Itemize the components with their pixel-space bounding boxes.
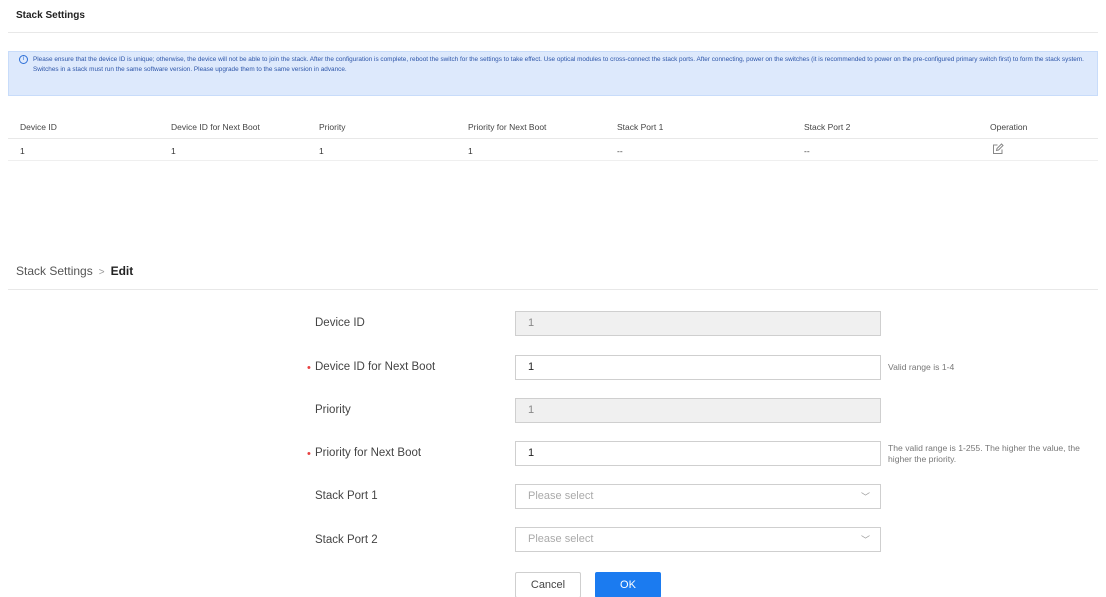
chevron-down-icon: ﹀ (860, 535, 870, 545)
chevron-down-icon: ﹀ (860, 492, 870, 502)
notice-line-2: Switches in a stack must run the same so… (33, 65, 347, 73)
col-stack-port-1: Stack Port 1 (617, 122, 664, 132)
col-stack-port-2: Stack Port 2 (804, 122, 851, 132)
stack-port-2-select[interactable]: Please select ﹀ (515, 527, 881, 552)
priority-input: 1 (515, 398, 881, 423)
breadcrumb: Stack Settings > Edit (16, 264, 133, 278)
cell-priority: 1 (319, 146, 324, 156)
label-priority: Priority (315, 404, 351, 416)
label-stack-port-1: Stack Port 1 (315, 490, 378, 502)
breadcrumb-current: Edit (110, 264, 134, 278)
notice-line-1: Please ensure that the device ID is uniq… (33, 56, 1084, 63)
label-device-id-next-boot: Device ID for Next Boot (315, 361, 436, 373)
priority-next-boot-input[interactable]: 1 (515, 441, 881, 466)
cell-stack-port-1: -- (617, 146, 623, 156)
notice-text: Please ensure that the device ID is uniq… (33, 55, 1088, 74)
col-priority-next-boot: Priority for Next Boot (468, 122, 547, 132)
device-id-next-boot-hint: Valid range is 1-4 (888, 362, 955, 372)
device-id-input: 1 (515, 311, 881, 336)
cell-priority-next-boot: 1 (468, 146, 473, 156)
table-row: 1 1 1 1 -- -- (8, 140, 1098, 161)
cancel-button[interactable]: Cancel (515, 572, 581, 597)
info-icon: i (19, 55, 28, 64)
cell-stack-port-2: -- (804, 146, 810, 156)
col-priority: Priority (319, 122, 346, 132)
device-id-next-boot-input[interactable]: 1 (515, 355, 881, 380)
col-device-id: Device ID (20, 122, 57, 132)
cell-device-id: 1 (20, 146, 25, 156)
stack-port-2-placeholder: Please select (528, 533, 594, 545)
stack-port-1-placeholder: Please select (528, 490, 594, 502)
required-asterisk: • (307, 362, 311, 374)
label-priority-next-boot: Priority for Next Boot (315, 447, 422, 459)
title-divider (8, 32, 1098, 33)
breadcrumb-separator: > (98, 267, 105, 278)
required-asterisk: • (307, 448, 311, 460)
cell-device-id-next-boot: 1 (171, 146, 176, 156)
edit-icon[interactable] (992, 143, 1004, 155)
ok-button[interactable]: OK (595, 572, 661, 597)
priority-next-boot-hint: The valid range is 1-255. The higher the… (888, 443, 1080, 464)
breadcrumb-parent[interactable]: Stack Settings (16, 264, 93, 278)
col-operation: Operation (990, 122, 1028, 132)
col-device-id-next-boot: Device ID for Next Boot (171, 122, 260, 132)
label-stack-port-2: Stack Port 2 (315, 534, 378, 546)
table-header: Device ID Device ID for Next Boot Priori… (8, 116, 1098, 139)
page-title: Stack Settings (16, 10, 85, 21)
label-device-id: Device ID (315, 317, 365, 329)
breadcrumb-divider (8, 289, 1098, 290)
stack-port-1-select[interactable]: Please select ﹀ (515, 484, 881, 509)
